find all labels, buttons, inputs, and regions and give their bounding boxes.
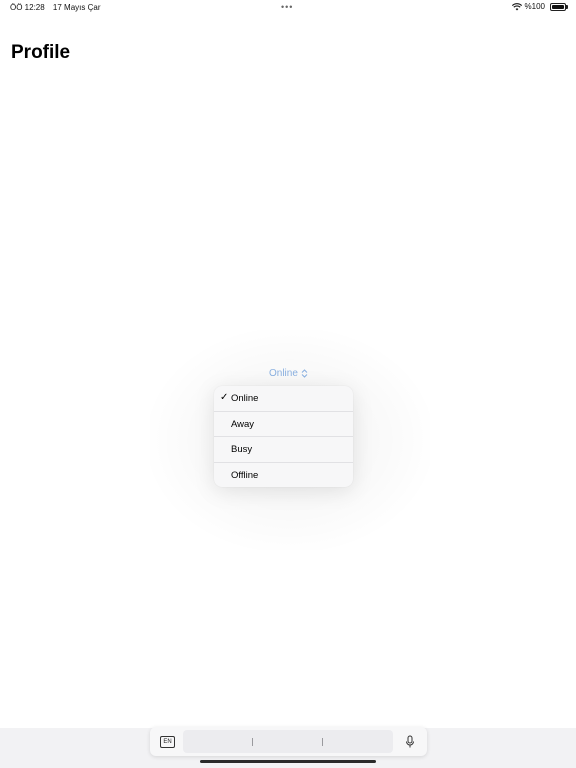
- suggestion-strip[interactable]: [183, 730, 393, 753]
- language-key-icon[interactable]: EN: [160, 736, 175, 748]
- menu-item-offline[interactable]: Offline: [214, 461, 353, 488]
- menu-item-online[interactable]: ✓ Online: [214, 386, 353, 411]
- page-title: Profile: [11, 42, 71, 63]
- menu-item-label: Online: [231, 393, 259, 404]
- suggestion-divider: [252, 738, 253, 746]
- battery-icon: [550, 2, 568, 11]
- status-time: ÖÖ 12:28: [10, 3, 45, 12]
- status-date: 17 Mayıs Çar: [52, 3, 101, 12]
- menu-item-label: Away: [231, 418, 255, 430]
- menu-item-busy[interactable]: Busy: [214, 436, 353, 462]
- status-datetime: ÖÖ 12:28 17 Mayıs Çar: [10, 3, 101, 12]
- wifi-icon: [511, 2, 522, 10]
- checkmark-icon: ✓: [220, 392, 229, 403]
- home-indicator[interactable]: [200, 760, 376, 763]
- status-picker-label: Online: [269, 368, 298, 379]
- microphone-icon[interactable]: [404, 735, 416, 749]
- menu-item-away[interactable]: Away: [214, 410, 353, 437]
- battery-percentage: %100: [524, 2, 545, 11]
- status-bar: ÖÖ 12:28 17 Mayıs Çar ••• %100: [0, 0, 576, 16]
- chevron-up-down-icon: [301, 369, 308, 378]
- status-indicators: %100: [511, 2, 568, 11]
- suggestion-divider: [322, 738, 323, 746]
- multitasking-dots-icon[interactable]: •••: [281, 2, 293, 12]
- menu-item-label: Offline: [231, 469, 259, 481]
- menu-item-label: Busy: [231, 444, 253, 455]
- status-picker-button[interactable]: Online: [269, 368, 308, 379]
- keyboard-shortcut-bar: EN: [150, 727, 427, 756]
- status-menu: ✓ Online Away Busy Offline: [214, 386, 353, 487]
